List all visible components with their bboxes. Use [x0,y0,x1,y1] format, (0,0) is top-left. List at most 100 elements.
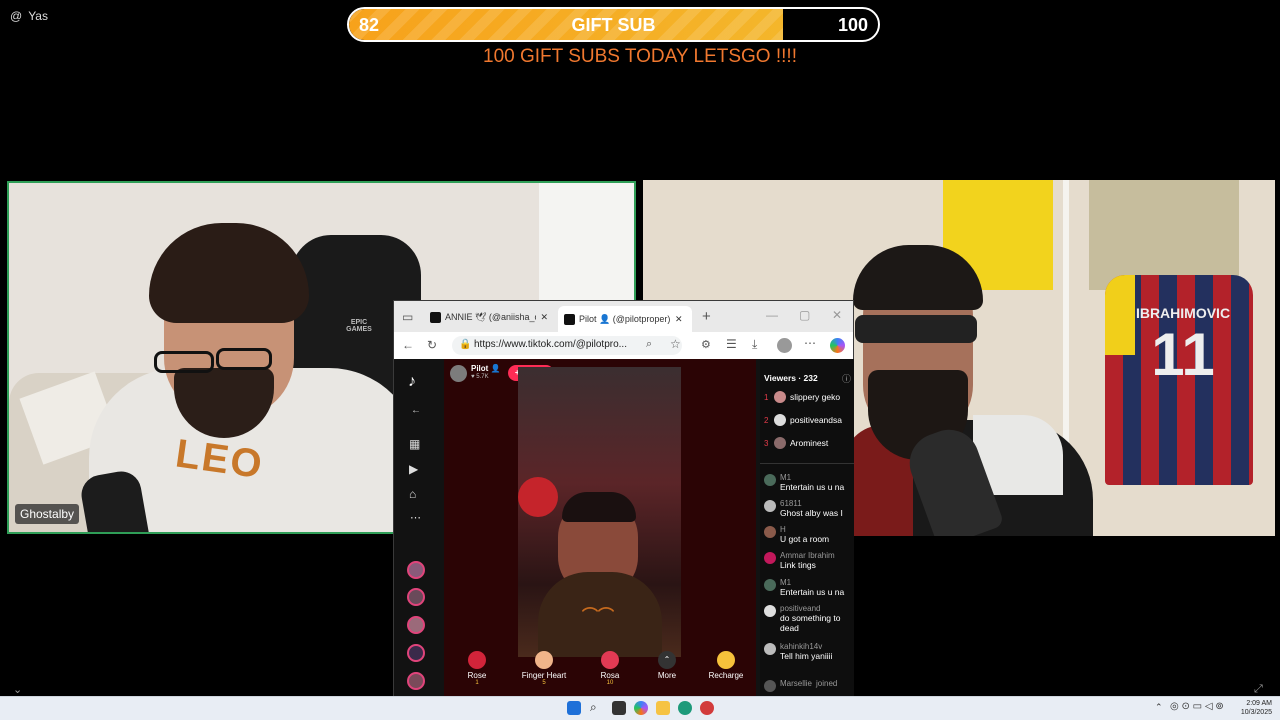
more-gifts-button[interactable]: ⌃ More [642,651,692,680]
maximize-icon[interactable]: ▢ [799,308,810,322]
calendar-icon[interactable]: ▦ [409,437,420,451]
recharge-button[interactable]: Recharge [698,651,754,680]
gift-sub-progress-bar: 82 GIFT SUB 100 [347,7,880,42]
top-viewer[interactable]: 2 positiveandsa [764,414,842,426]
search-icon[interactable]: ⌕ [590,700,597,715]
live-stream-area: Pilot 👤 ♥ 5.7K + Follow ➦ ⌒⌒ Rose 1 Fing… [444,359,756,697]
tiktok-logo-icon[interactable]: ♪ [408,373,416,391]
avatar [764,680,776,692]
close-window-icon[interactable]: ✕ [832,308,842,322]
profile-avatar[interactable] [777,338,792,353]
url-text: https://www.tiktok.com/@pilotpro... [474,339,627,350]
app-icon[interactable] [700,701,714,715]
collapse-arrow-icon[interactable]: ← [411,405,421,416]
recharge-label: Recharge [708,671,744,680]
tab-label: ANNIE 🕊 (@aniisha_ox) [444,311,537,322]
chat-username: kahinkih14v [780,642,823,651]
new-tab-icon[interactable]: + [702,308,711,325]
video-camera-icon[interactable]: ▶ [409,462,418,476]
chat-username: M1 [780,578,792,587]
chat-text: Link tings [780,560,816,570]
file-explorer-icon[interactable] [656,701,670,715]
top-viewer[interactable]: 3 Arominest [764,437,828,449]
chat-username: positiveand [780,604,821,613]
tab-annie[interactable]: ANNIE 🕊 (@aniisha_ox) ✕ [424,306,554,328]
more-options-icon[interactable]: ⋯ [804,336,816,350]
chat-message: HU got a room [764,525,829,544]
gift-cost: 10 [606,680,614,686]
system-clock[interactable]: 2:09 AM 10/3/2025 [1241,699,1272,717]
host-likes: ♥ 5.7K [471,374,489,380]
close-tab-icon[interactable]: ✕ [540,312,548,323]
copilot-icon[interactable] [830,338,845,353]
start-windows-icon[interactable] [567,701,581,715]
avatar [774,391,786,403]
live-video[interactable]: ⌒⌒ [518,367,681,657]
tab-actions-icon[interactable]: ▭ [402,310,413,324]
tiktok-sidebar: ♪ ← ▦ ▶ ⌂ ⋯ [394,359,440,697]
rose-icon [468,651,486,669]
gift-finger-heart[interactable]: Finger Heart 5 [518,651,570,686]
viewer-name: Arominest [790,438,829,448]
tiktok-favicon [430,311,441,323]
task-view-icon[interactable] [612,701,626,715]
gift-rose[interactable]: Rose 1 [452,651,502,686]
windows-taskbar: ⌕ ⌃ ◎ ⊙ ▭ ◁ ⊚ 2:09 AM 10/3/2025 [0,696,1280,720]
gift-label: GIFT SUB [571,15,656,35]
chat-message: 61811 Ghost alby was I [764,499,843,518]
user-handle: Yas [28,9,48,23]
extension-icon[interactable]: ⚙ [701,338,711,351]
finger-heart-icon [535,651,553,669]
tray-icons[interactable]: ◎ ⊙ ▭ ◁ ⊚ [1170,701,1224,712]
chat-text: Tell him yaniiii [780,651,833,661]
tiktok-live-page: ♪ ← ▦ ▶ ⌂ ⋯ Pilot 👤 ♥ 5.7K + Follow ➦ ⌒⌒ [394,359,854,697]
info-icon[interactable]: ⓘ [842,372,851,385]
jersey-name: IBRAHIMOVIC [1135,305,1231,321]
chevron-down-icon[interactable]: ⌄ [13,683,22,696]
glasses-left [154,351,214,373]
chat-text: Ghost alby was I [780,508,843,518]
chat-username: 61811 [780,499,802,508]
tab-label: Pilot 👤 (@pilotproper) [579,313,671,324]
edge-browser-icon[interactable] [678,701,692,715]
clock-time: 2:09 AM [1246,700,1272,707]
gift-cost: 5 [542,680,546,686]
chat-message: Marsellie joined [764,679,837,692]
gift-banner-text: 100 GIFT SUBS TODAY LETSGO !!!! [483,46,797,67]
live-avatar-2[interactable] [407,588,425,606]
chair-logo: EPIC GAMES [346,319,372,333]
at-icon: @ [10,9,23,23]
home-icon[interactable]: ⌂ [409,487,416,501]
live-avatar-1[interactable] [407,561,425,579]
download-icon[interactable]: ⤓ [752,337,757,352]
hoodie-print: ⌒⌒ [581,608,614,625]
fullscreen-icon[interactable]: ⤢ [1254,683,1263,696]
chat-text: do something to dead [780,613,841,633]
live-avatar-5[interactable] [407,672,425,690]
live-chat-panel: Viewers · 232 ⓘ 1 slippery geko 2 positi… [760,359,854,697]
refresh-icon[interactable]: ↻ [427,338,437,352]
more-icon[interactable]: ⋯ [410,511,421,524]
minimize-icon[interactable]: — [766,308,778,322]
gift-name: Rosa [600,671,620,680]
chat-text: Entertain us u na [780,482,845,492]
tab-pilot[interactable]: Pilot 👤 (@pilotproper) ✕ [558,306,692,332]
gift-rosa[interactable]: Rosa 10 [585,651,635,686]
top-viewer[interactable]: 1 slippery geko [764,391,840,403]
favorites-icon[interactable]: ☰ [726,337,737,351]
hair [149,223,309,323]
avatar [774,437,786,449]
zoom-icon[interactable]: ⌕ [646,338,652,351]
avatar [764,552,776,564]
viewers-title[interactable]: Viewers · 232 [764,373,818,383]
host-avatar[interactable] [450,365,467,382]
live-avatar-3[interactable] [407,616,425,634]
close-tab-icon[interactable]: ✕ [675,314,683,325]
browser-window: ▭ ANNIE 🕊 (@aniisha_ox) ✕ Pilot 👤 (@pilo… [393,300,854,697]
streamer-hair [562,492,636,522]
live-avatar-4[interactable] [407,644,425,662]
copilot-icon[interactable] [634,701,648,715]
favorite-star-icon[interactable]: ☆ [670,337,681,351]
back-icon[interactable]: ← [402,338,414,352]
chevron-up-icon[interactable]: ⌃ [1155,702,1163,713]
